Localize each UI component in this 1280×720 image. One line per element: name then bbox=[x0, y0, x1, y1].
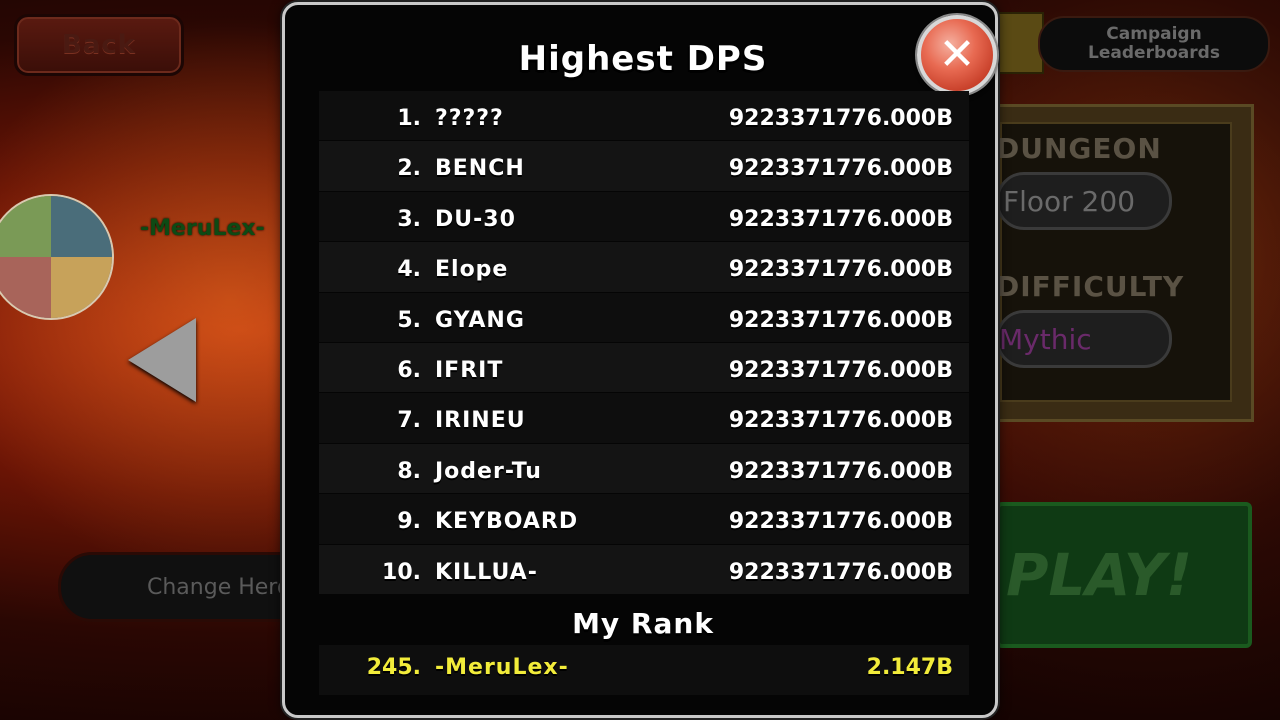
rank-number: 10. bbox=[382, 559, 421, 585]
leaderboard-row: 10. KILLUA- 9223371776.000B bbox=[319, 544, 969, 595]
modal-title: Highest DPS bbox=[518, 39, 768, 79]
player-name: Elope bbox=[435, 257, 509, 283]
rank-number: 5. bbox=[397, 307, 421, 333]
player-name: KILLUA- bbox=[435, 559, 538, 585]
floor-selector[interactable]: Floor 200 bbox=[996, 172, 1172, 230]
dps-score: 9223371776.000B bbox=[728, 257, 953, 283]
player-name: DU-30 bbox=[435, 206, 516, 232]
dps-score: 9223371776.000B bbox=[728, 408, 953, 434]
leaderboard-row: 5. GYANG 9223371776.000B bbox=[319, 292, 969, 343]
trophy-icon[interactable] bbox=[996, 12, 1044, 74]
leaderboard-row: 2. BENCH 9223371776.000B bbox=[319, 141, 969, 192]
leaderboard-row: 6. IFRIT 9223371776.000B bbox=[319, 342, 969, 394]
my-rank-number: 245. bbox=[366, 655, 421, 680]
campaign-label-line2: Leaderboards bbox=[1088, 43, 1220, 63]
leaderboard-row: 4. Elope 9223371776.000B bbox=[319, 242, 969, 293]
avatar-photo-4 bbox=[51, 257, 112, 318]
player-name: -MeruLex- bbox=[140, 216, 265, 241]
rank-number: 9. bbox=[397, 509, 421, 535]
dps-score: 9223371776.000B bbox=[728, 357, 953, 383]
player-name: KEYBOARD bbox=[435, 509, 579, 535]
close-icon: ✕ bbox=[938, 29, 976, 80]
play-button[interactable]: PLAY! bbox=[996, 502, 1252, 648]
change-hero-button[interactable]: Change Hero bbox=[58, 552, 318, 622]
avatar-photo-3 bbox=[0, 257, 51, 318]
dps-score: 9223371776.000B bbox=[728, 206, 953, 232]
my-rank-row: 245. -MeruLex- 2.147B bbox=[319, 645, 969, 695]
difficulty-label: DIFFICULTY bbox=[996, 270, 1185, 303]
player-name: ????? bbox=[435, 106, 504, 131]
rank-number: 8. bbox=[397, 458, 421, 484]
rank-number: 4. bbox=[397, 257, 421, 283]
back-button[interactable]: Back bbox=[14, 14, 184, 76]
player-name: IRINEU bbox=[435, 408, 526, 434]
dps-score: 9223371776.000B bbox=[728, 106, 953, 131]
rank-number: 3. bbox=[397, 206, 421, 232]
leaderboard-row: 1. ????? 9223371776.000B bbox=[319, 91, 969, 142]
rank-number: 6. bbox=[397, 357, 421, 383]
player-name: Joder-Tu bbox=[435, 458, 542, 484]
avatar[interactable] bbox=[0, 194, 114, 320]
dps-score: 9223371776.000B bbox=[728, 559, 953, 585]
leaderboard-row: 3. DU-30 9223371776.000B bbox=[319, 191, 969, 243]
leaderboard-row: 7. IRINEU 9223371776.000B bbox=[319, 393, 969, 444]
my-rank-title: My Rank bbox=[572, 607, 714, 640]
player-name: BENCH bbox=[435, 156, 525, 182]
leaderboard-row: 9. KEYBOARD 9223371776.000B bbox=[319, 494, 969, 545]
rank-number: 7. bbox=[397, 408, 421, 434]
campaign-label-line1: Campaign bbox=[1106, 24, 1202, 44]
player-name: GYANG bbox=[435, 307, 525, 333]
avatar-photo-2 bbox=[51, 196, 112, 257]
leaderboard-row: 8. Joder-Tu 9223371776.000B bbox=[319, 443, 969, 495]
dungeon-label: DUNGEON bbox=[996, 132, 1162, 165]
dps-score: 9223371776.000B bbox=[728, 458, 953, 484]
difficulty-selector[interactable]: Mythic bbox=[996, 310, 1172, 368]
rank-number: 2. bbox=[397, 156, 421, 182]
my-dps-score: 2.147B bbox=[866, 655, 953, 680]
campaign-leaderboards-button[interactable]: Campaign Leaderboards bbox=[1038, 16, 1270, 72]
rank-number: 1. bbox=[397, 106, 421, 131]
my-player-name: -MeruLex- bbox=[435, 655, 569, 680]
player-name: IFRIT bbox=[435, 357, 504, 383]
avatar-photo-1 bbox=[0, 196, 51, 257]
close-button[interactable]: ✕ bbox=[917, 15, 997, 95]
dps-score: 9223371776.000B bbox=[728, 307, 953, 333]
dps-score: 9223371776.000B bbox=[728, 509, 953, 535]
dps-score: 9223371776.000B bbox=[728, 156, 953, 182]
arrow-left-icon[interactable] bbox=[128, 318, 196, 402]
leaderboard-modal: Highest DPS ✕ 1. ????? 9223371776.000B 2… bbox=[282, 2, 998, 718]
leaderboard-list: 1. ????? 9223371776.000B 2. BENCH 922337… bbox=[319, 91, 969, 595]
